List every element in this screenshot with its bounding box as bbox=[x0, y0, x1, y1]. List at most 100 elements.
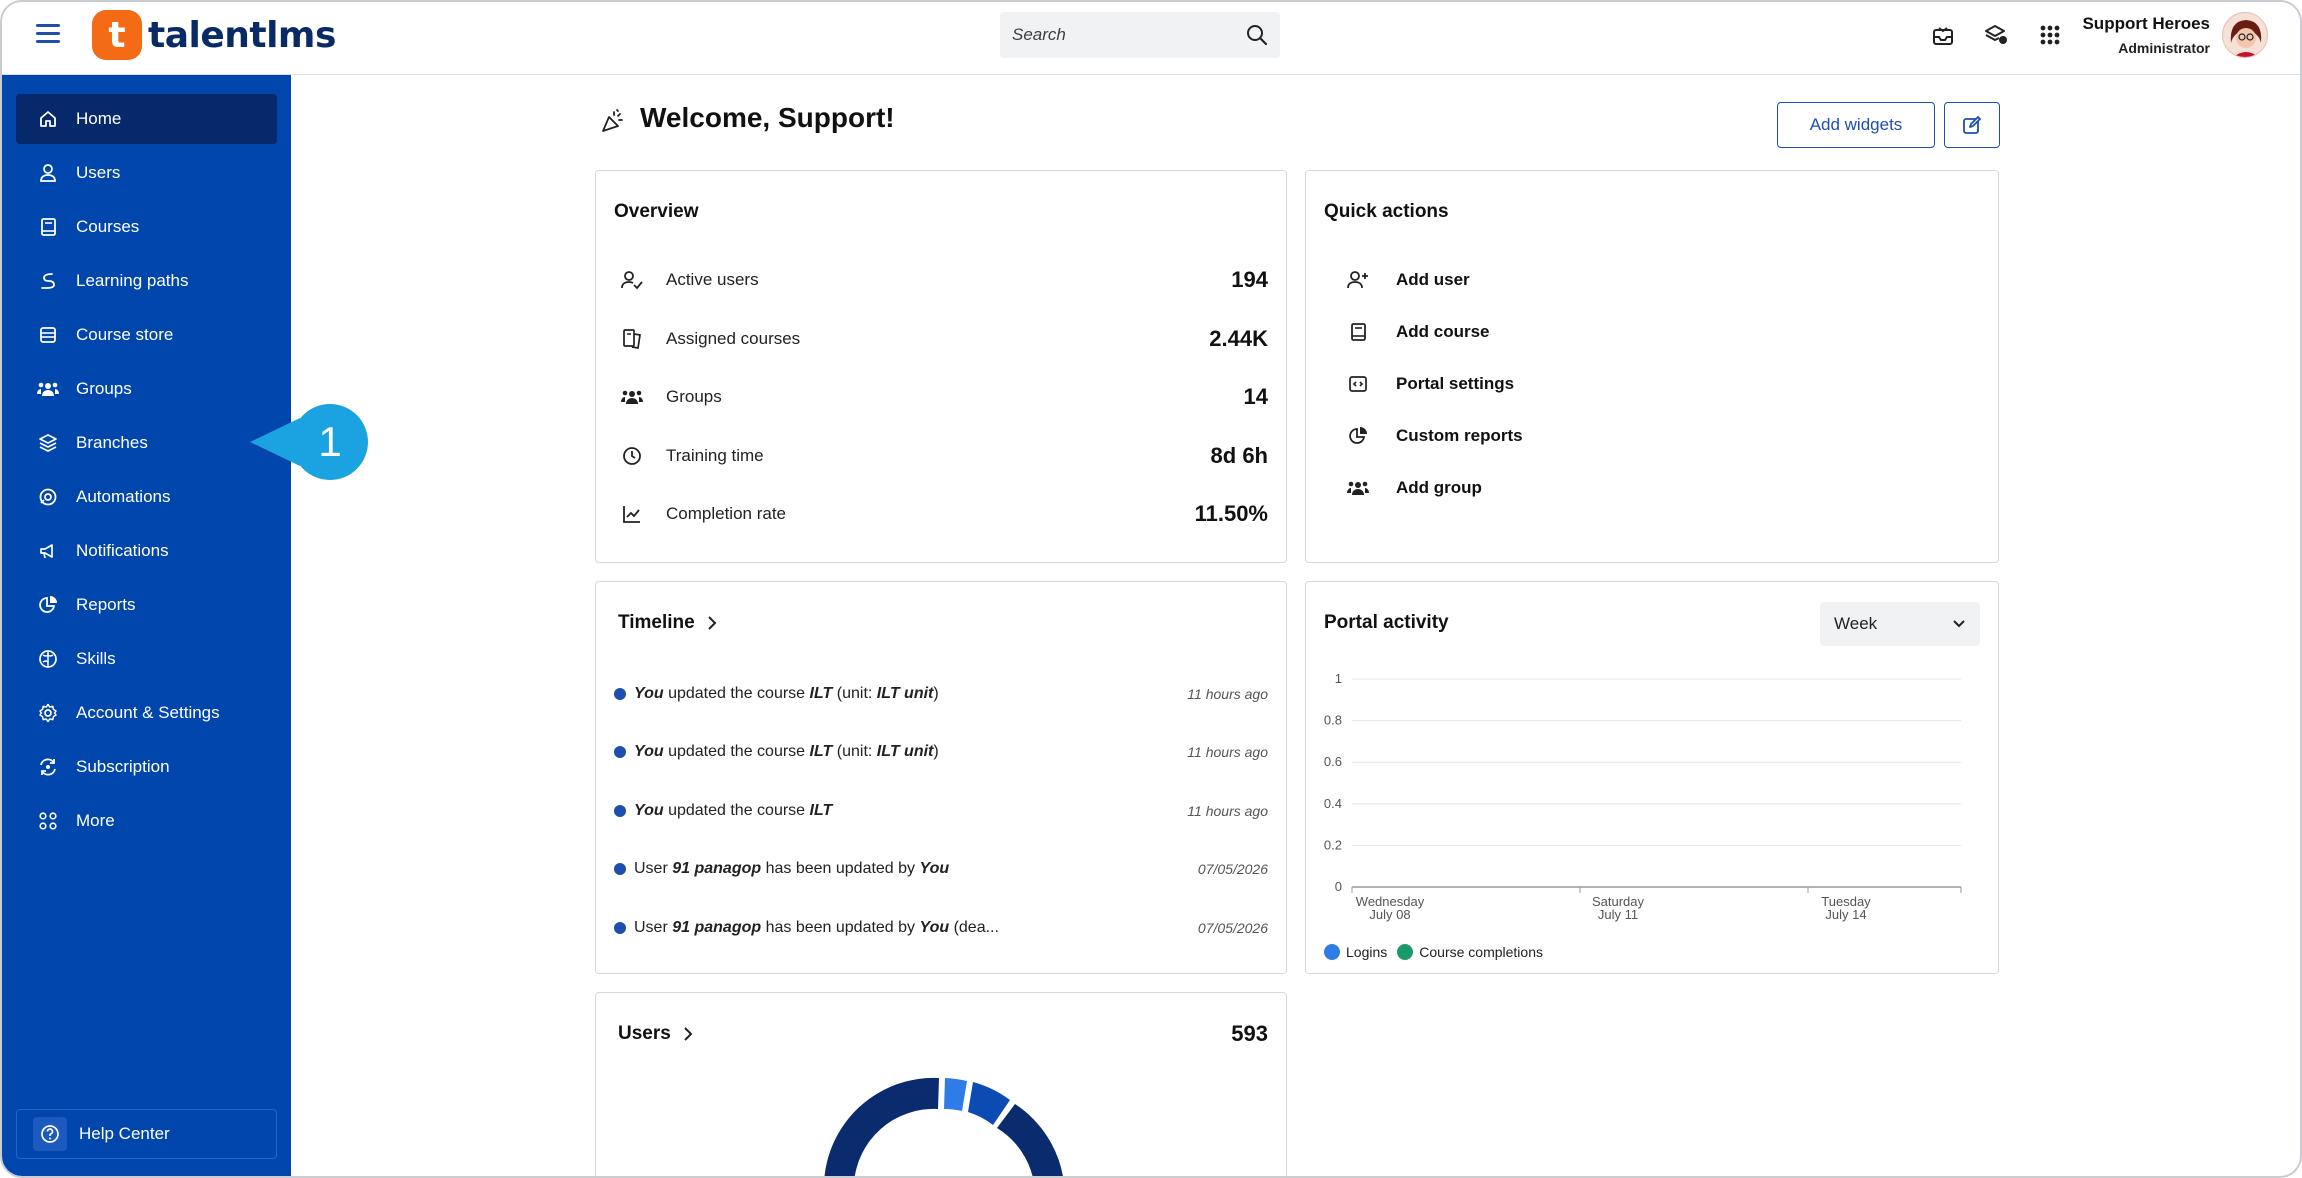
sidebar-item-branches[interactable]: Branches bbox=[16, 418, 277, 468]
sidebar-item-groups[interactable]: Groups bbox=[16, 364, 277, 414]
megaphone-icon bbox=[36, 539, 60, 563]
x-tick-label: Saturday July 11 bbox=[1592, 894, 1645, 922]
donut-segment bbox=[824, 1077, 939, 1176]
pie-chart-icon bbox=[1346, 424, 1370, 448]
edit-dashboard-button[interactable] bbox=[1944, 102, 2000, 148]
chart-legend: Logins Course completions bbox=[1324, 944, 1543, 960]
add-widgets-button[interactable]: Add widgets bbox=[1777, 102, 1935, 148]
y-tick-label: 1 bbox=[1335, 671, 1342, 686]
search-box[interactable] bbox=[1000, 12, 1280, 58]
timeline-text: User 91 panagop has been updated by You bbox=[634, 860, 950, 877]
sidebar-item-subscription[interactable]: Subscription bbox=[16, 742, 277, 792]
sidebar-item-account-settings[interactable]: Account & Settings bbox=[16, 688, 277, 738]
overview-label: Active users bbox=[666, 270, 759, 289]
help-center-button[interactable]: Help Center bbox=[16, 1109, 277, 1159]
timeline-item[interactable]: You updated the course ILT 11 hours ago bbox=[614, 798, 1268, 824]
sidebar-item-skills[interactable]: Skills bbox=[16, 634, 277, 684]
timeline-time: 11 hours ago bbox=[1187, 803, 1268, 819]
quick-action-label: Add user bbox=[1396, 270, 1470, 289]
timeline-title: Timeline bbox=[618, 612, 695, 633]
y-tick-label: 0.4 bbox=[1324, 796, 1342, 811]
sidebar-item-notifications[interactable]: Notifications bbox=[16, 526, 277, 576]
sidebar: Home Users Courses Learning paths Course… bbox=[2, 75, 291, 1176]
timeline-card: Timeline You updated the course ILT (uni… bbox=[595, 581, 1287, 974]
help-center-label: Help Center bbox=[79, 1124, 170, 1143]
apps-grid-icon[interactable] bbox=[2037, 22, 2063, 48]
step-callout: 1 bbox=[250, 404, 368, 480]
overview-row-training-time: Training time 8d 6h bbox=[620, 441, 1268, 471]
quick-action-custom-reports[interactable]: Custom reports bbox=[1346, 421, 1523, 451]
search-icon[interactable] bbox=[1246, 24, 1268, 46]
search-input[interactable] bbox=[1012, 25, 1246, 45]
quick-action-add-course[interactable]: Add course bbox=[1346, 317, 1490, 347]
sidebar-item-course-store[interactable]: Course store bbox=[16, 310, 277, 360]
timeline-text: User 91 panagop has been updated by You … bbox=[634, 919, 999, 936]
x-tick-label: Wednesday July 08 bbox=[1356, 894, 1425, 922]
inbox-icon[interactable] bbox=[1930, 22, 1956, 48]
overview-value: 14 bbox=[1243, 384, 1268, 409]
quick-action-portal-settings[interactable]: Portal settings bbox=[1346, 369, 1514, 399]
timeline-time: 11 hours ago bbox=[1187, 686, 1268, 702]
y-tick-label: 0.2 bbox=[1324, 837, 1342, 852]
overview-row-active-users: Active users 194 bbox=[620, 265, 1268, 295]
quick-actions-card: Quick actions Add user Add course Portal… bbox=[1305, 170, 1999, 563]
add-user-icon bbox=[1346, 268, 1370, 292]
gear-icon bbox=[36, 701, 60, 725]
groups-icon bbox=[36, 377, 60, 401]
help-icon bbox=[33, 1117, 67, 1151]
user-menu[interactable]: Support Heroes Administrator bbox=[2082, 14, 2210, 56]
timeline-text: You updated the course ILT bbox=[634, 802, 833, 819]
y-tick-label: 0.8 bbox=[1324, 713, 1342, 728]
timeline-text: You updated the course ILT (unit: ILT un… bbox=[634, 685, 939, 702]
quick-action-label: Add group bbox=[1396, 478, 1482, 497]
groups-icon bbox=[1346, 476, 1370, 500]
brain-icon bbox=[36, 647, 60, 671]
logo-text: talentlms bbox=[148, 14, 336, 56]
timeline-item[interactable]: You updated the course ILT (unit: ILT un… bbox=[614, 739, 1268, 765]
timeline-item[interactable]: User 91 panagop has been updated by You … bbox=[614, 856, 1268, 882]
legend-label[interactable]: Logins bbox=[1346, 944, 1387, 960]
timeline-item[interactable]: User 91 panagop has been updated by You … bbox=[614, 915, 1268, 941]
menu-icon[interactable] bbox=[36, 24, 60, 46]
legend-label[interactable]: Course completions bbox=[1419, 944, 1543, 960]
sidebar-item-home[interactable]: Home bbox=[16, 94, 277, 144]
callout-number: 1 bbox=[318, 418, 341, 465]
store-icon bbox=[36, 323, 60, 347]
legend-swatch-logins bbox=[1324, 944, 1340, 960]
layers-sync-icon[interactable] bbox=[1983, 22, 2009, 48]
sidebar-item-courses[interactable]: Courses bbox=[16, 202, 277, 252]
timeline-title-link[interactable]: Timeline bbox=[618, 612, 717, 634]
trend-chart-icon bbox=[620, 502, 644, 526]
assigned-courses-icon bbox=[620, 327, 644, 351]
overview-label: Completion rate bbox=[666, 504, 787, 523]
overview-value: 194 bbox=[1231, 267, 1268, 292]
layers-icon bbox=[36, 431, 60, 455]
user-name: Support Heroes bbox=[2082, 14, 2210, 33]
sidebar-item-label: Learning paths bbox=[76, 271, 189, 290]
avatar[interactable] bbox=[2222, 12, 2268, 58]
timeline-time: 07/05/2026 bbox=[1197, 861, 1268, 877]
sidebar-item-users[interactable]: Users bbox=[16, 148, 277, 198]
quick-action-add-group[interactable]: Add group bbox=[1346, 473, 1482, 503]
timeline-dot bbox=[614, 688, 626, 700]
users-title-link[interactable]: Users bbox=[618, 1023, 693, 1045]
timeline-dot bbox=[614, 805, 626, 817]
quick-action-add-user[interactable]: Add user bbox=[1346, 265, 1470, 295]
active-users-icon bbox=[620, 268, 644, 292]
timeline-text: You updated the course ILT (unit: ILT un… bbox=[634, 743, 939, 760]
sidebar-item-label: Notifications bbox=[76, 541, 169, 560]
sidebar-item-reports[interactable]: Reports bbox=[16, 580, 277, 630]
timeline-item[interactable]: You updated the course ILT (unit: ILT un… bbox=[614, 681, 1268, 707]
y-tick-label: 0.6 bbox=[1324, 754, 1342, 769]
sidebar-item-learning-paths[interactable]: Learning paths bbox=[16, 256, 277, 306]
groups-icon bbox=[620, 385, 644, 409]
logo-mark: t bbox=[92, 10, 142, 60]
users-donut-chart bbox=[824, 1077, 1063, 1176]
sidebar-item-automations[interactable]: Automations bbox=[16, 472, 277, 522]
celebration-icon bbox=[602, 109, 623, 132]
path-icon bbox=[36, 269, 60, 293]
x-tick-label: Tuesday July 14 bbox=[1821, 894, 1871, 922]
donut-segment bbox=[997, 1104, 1063, 1176]
sidebar-item-more[interactable]: More bbox=[16, 796, 277, 846]
talentlms-logo[interactable]: t talentlms bbox=[92, 10, 336, 60]
